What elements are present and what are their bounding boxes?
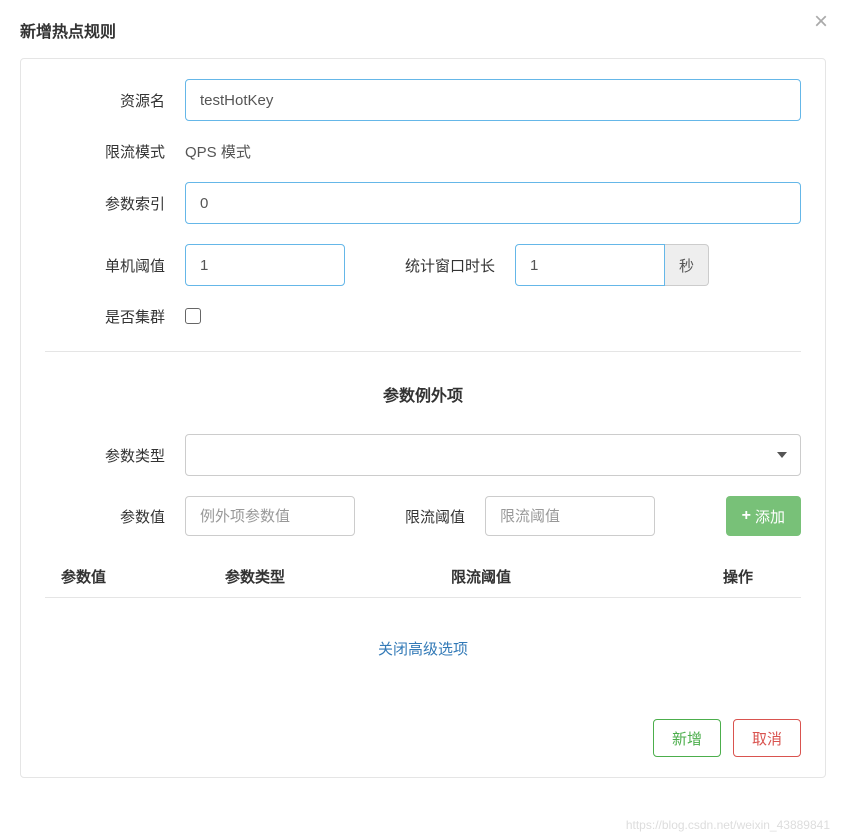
watermark: https://blog.csdn.net/weixin_43889841 [626,818,830,832]
table-header-param-value: 参数值 [45,566,225,587]
threshold-label: 单机阈值 [45,255,185,276]
cluster-label: 是否集群 [45,306,185,327]
close-advanced-link[interactable]: 关闭高级选项 [45,638,801,659]
table-header: 参数值 参数类型 限流阈值 操作 [45,556,801,598]
resource-name-input[interactable] [185,79,801,121]
flow-mode-value: QPS 模式 [185,141,251,162]
plus-icon: + [742,507,751,525]
add-button[interactable]: + 添加 [726,496,801,536]
stat-window-label: 统计窗口时长 [345,255,515,276]
flow-mode-label: 限流模式 [45,141,185,162]
add-button-label: 添加 [755,506,785,527]
param-type-select[interactable] [185,434,801,476]
resource-name-label: 资源名 [45,90,185,111]
param-value-input[interactable] [185,496,355,536]
limit-threshold-label: 限流阈值 [355,506,485,527]
table-header-limit-threshold: 限流阈值 [425,566,625,587]
param-index-input[interactable] [185,182,801,224]
cluster-checkbox[interactable] [185,308,201,324]
confirm-button[interactable]: 新增 [653,719,721,757]
stat-window-unit: 秒 [665,244,709,286]
table-header-param-type: 参数类型 [225,566,425,587]
threshold-input[interactable] [185,244,345,286]
cancel-button[interactable]: 取消 [733,719,801,757]
table-header-action: 操作 [625,566,801,587]
divider [45,351,801,352]
modal-title: 新增热点规则 [20,18,826,42]
param-value-label: 参数值 [45,506,185,527]
stat-window-input[interactable] [515,244,665,286]
param-index-label: 参数索引 [45,193,185,214]
exception-section-title: 参数例外项 [45,382,801,406]
param-type-label: 参数类型 [45,445,185,466]
close-icon[interactable]: × [814,10,828,34]
limit-threshold-input[interactable] [485,496,655,536]
